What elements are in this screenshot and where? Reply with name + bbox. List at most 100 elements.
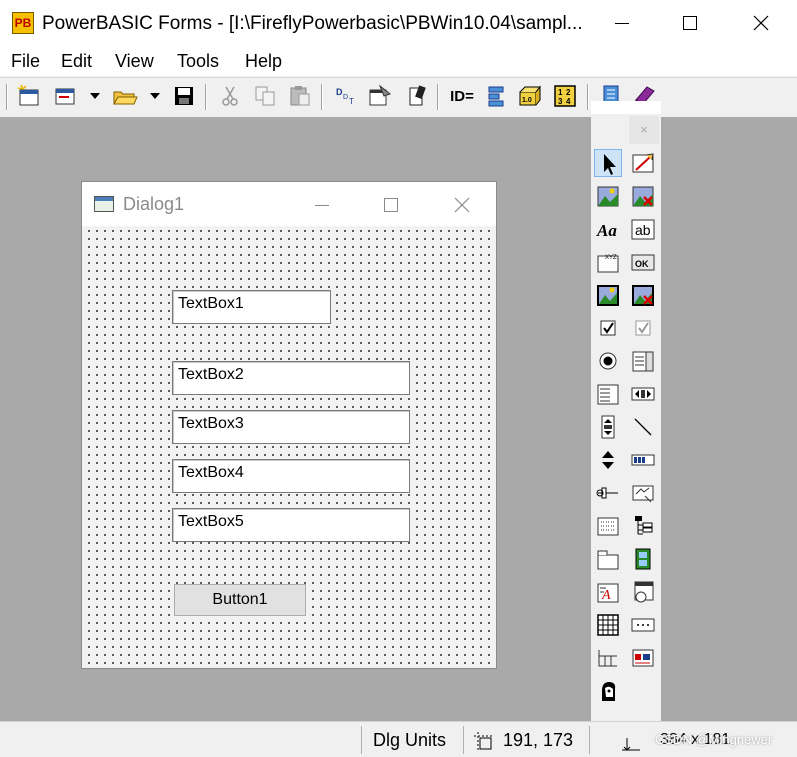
toolbox-tool-imagebutton[interactable]: [594, 281, 622, 309]
dialog-icon: [94, 196, 114, 212]
align-button[interactable]: [483, 83, 509, 109]
trackbar-icon: [596, 487, 618, 499]
status-bar: Dlg Units 191, 173 384 x 181 CSDN @Mingn…: [0, 721, 797, 757]
textbox3-control[interactable]: TextBox3: [172, 410, 410, 444]
menu-file[interactable]: File: [11, 51, 40, 72]
toolbox-tool-image-x[interactable]: [629, 182, 657, 210]
svg-text:3: 3: [558, 97, 563, 106]
status-separator: [361, 726, 362, 754]
toolbox-tool-listbox[interactable]: [629, 347, 657, 375]
grid-icon: 1 23 4: [554, 85, 576, 107]
textbox4-control[interactable]: TextBox4: [172, 459, 410, 493]
toolbox-tool-animate[interactable]: [629, 545, 657, 573]
button1-control[interactable]: Button1: [174, 584, 306, 616]
new-form-button[interactable]: [16, 83, 42, 109]
svg-text:T: T: [349, 97, 354, 106]
close-button[interactable]: [728, 0, 794, 46]
custom-icon: [634, 581, 654, 603]
toolbox-tool-datetime[interactable]: [629, 644, 657, 672]
open-dropdown-arrow[interactable]: [150, 93, 160, 99]
textbox1-control[interactable]: TextBox1: [172, 290, 331, 324]
toolbox-tool-option[interactable]: [594, 347, 622, 375]
toolbox-tool-checkbox3state[interactable]: [629, 314, 657, 342]
dialog-minimize-icon[interactable]: [314, 197, 330, 213]
menu-help[interactable]: Help: [245, 51, 282, 72]
toolbox-tool-scrollbar-h[interactable]: [629, 380, 657, 408]
watermark-text: CSDN @Mingnewer: [655, 732, 773, 747]
textbox5-control[interactable]: TextBox5: [172, 508, 410, 542]
grid-icon: [597, 614, 619, 636]
status-separator: [589, 726, 590, 754]
toolbox-close-button[interactable]: ×: [629, 116, 659, 144]
svg-text:D: D: [336, 87, 343, 97]
toolbox-tool-richedit[interactable]: A: [594, 578, 622, 606]
toolbox-tool-statusbar[interactable]: [629, 479, 657, 507]
updown-icon: [602, 451, 614, 469]
svg-text:Aa: Aa: [596, 221, 617, 240]
toolbox-tool-image[interactable]: [594, 182, 622, 210]
properties-button[interactable]: [367, 83, 393, 109]
toolbox-tool-pointer[interactable]: [594, 149, 622, 177]
animate-icon: [635, 548, 651, 570]
tab-order-button[interactable]: DDT: [333, 83, 359, 109]
toolbox-tool-combobox[interactable]: [594, 380, 622, 408]
new-item-button[interactable]: [52, 83, 78, 109]
toolbar-separator: [205, 84, 206, 110]
code-editor-button[interactable]: [403, 83, 429, 109]
toolbox-tool-treeview[interactable]: [629, 512, 657, 540]
dialog-designer-window[interactable]: Dialog1 TextBox1 TextBox2 TextBox3 TextB…: [81, 181, 497, 669]
save-icon: [175, 87, 193, 105]
dialog-close-icon[interactable]: [454, 197, 470, 213]
close-icon: [753, 15, 769, 31]
button-icon: OK: [631, 254, 655, 271]
statusbar-icon: [632, 485, 654, 503]
units-label: Dlg Units: [373, 730, 447, 750]
control-id-button[interactable]: ID=: [447, 83, 477, 109]
code-icon: [409, 85, 426, 106]
toolbox-tool-button[interactable]: OK: [629, 248, 657, 276]
menu-bar: File Edit View Tools Help: [0, 46, 797, 76]
svg-text:A: A: [601, 588, 611, 603]
dialog-maximize-icon[interactable]: [383, 197, 399, 213]
toolbox-tool-header[interactable]: [594, 644, 622, 672]
paste-button[interactable]: [287, 83, 313, 109]
dialog-title-bar: Dialog1: [82, 182, 496, 226]
grid-settings-button[interactable]: 1234: [552, 83, 578, 109]
toolbox-palette: × Aa ab XYZ OK A: [591, 101, 661, 721]
size-button[interactable]: 1.0: [517, 83, 543, 109]
toolbox-tool-updown[interactable]: [594, 446, 622, 474]
toolbox-tool-scrollbar-v[interactable]: [594, 413, 622, 441]
toolbox-tool-grid[interactable]: [594, 611, 622, 639]
save-button[interactable]: [171, 83, 197, 109]
toolbox-tool-ipaddress[interactable]: [629, 611, 657, 639]
toolbox-tool-line[interactable]: [629, 413, 657, 441]
checkbox-icon: [600, 320, 616, 336]
dialog-client-grid[interactable]: TextBox1 TextBox2 TextBox3 TextBox4 Text…: [82, 226, 496, 668]
toolbox-tool-progressbar[interactable]: [629, 446, 657, 474]
maximize-icon: [683, 16, 697, 30]
toolbox-tool-imagebutton-x[interactable]: [629, 281, 657, 309]
toolbox-tool-checkbox[interactable]: [594, 314, 622, 342]
menu-view[interactable]: View: [115, 51, 154, 72]
copy-button[interactable]: [252, 83, 278, 109]
toolbox-tool-tab[interactable]: [594, 545, 622, 573]
toolbox-tool-trackbar[interactable]: [594, 479, 622, 507]
toolbox-tool-textbox[interactable]: ab: [629, 215, 657, 243]
menu-edit[interactable]: Edit: [61, 51, 92, 72]
menu-tools[interactable]: Tools: [177, 51, 219, 72]
new-dropdown-arrow[interactable]: [90, 93, 100, 99]
toolbox-tool-listview[interactable]: [594, 512, 622, 540]
toolbox-tool-label[interactable]: Aa: [594, 215, 622, 243]
minimize-button[interactable]: [589, 0, 655, 46]
toolbox-tool-line-draw[interactable]: [629, 149, 657, 177]
toolbox-tool-custom[interactable]: [629, 578, 657, 606]
dialog-title: Dialog1: [123, 194, 185, 214]
cut-button[interactable]: [217, 83, 243, 109]
maximize-button[interactable]: [657, 0, 723, 46]
textbox2-control[interactable]: TextBox2: [172, 361, 410, 395]
pointer-icon: [604, 154, 616, 175]
toolbar-separator: [6, 84, 7, 110]
toolbox-tool-user[interactable]: [594, 677, 622, 705]
open-button[interactable]: [112, 83, 138, 109]
toolbox-tool-frame[interactable]: XYZ: [594, 248, 622, 276]
